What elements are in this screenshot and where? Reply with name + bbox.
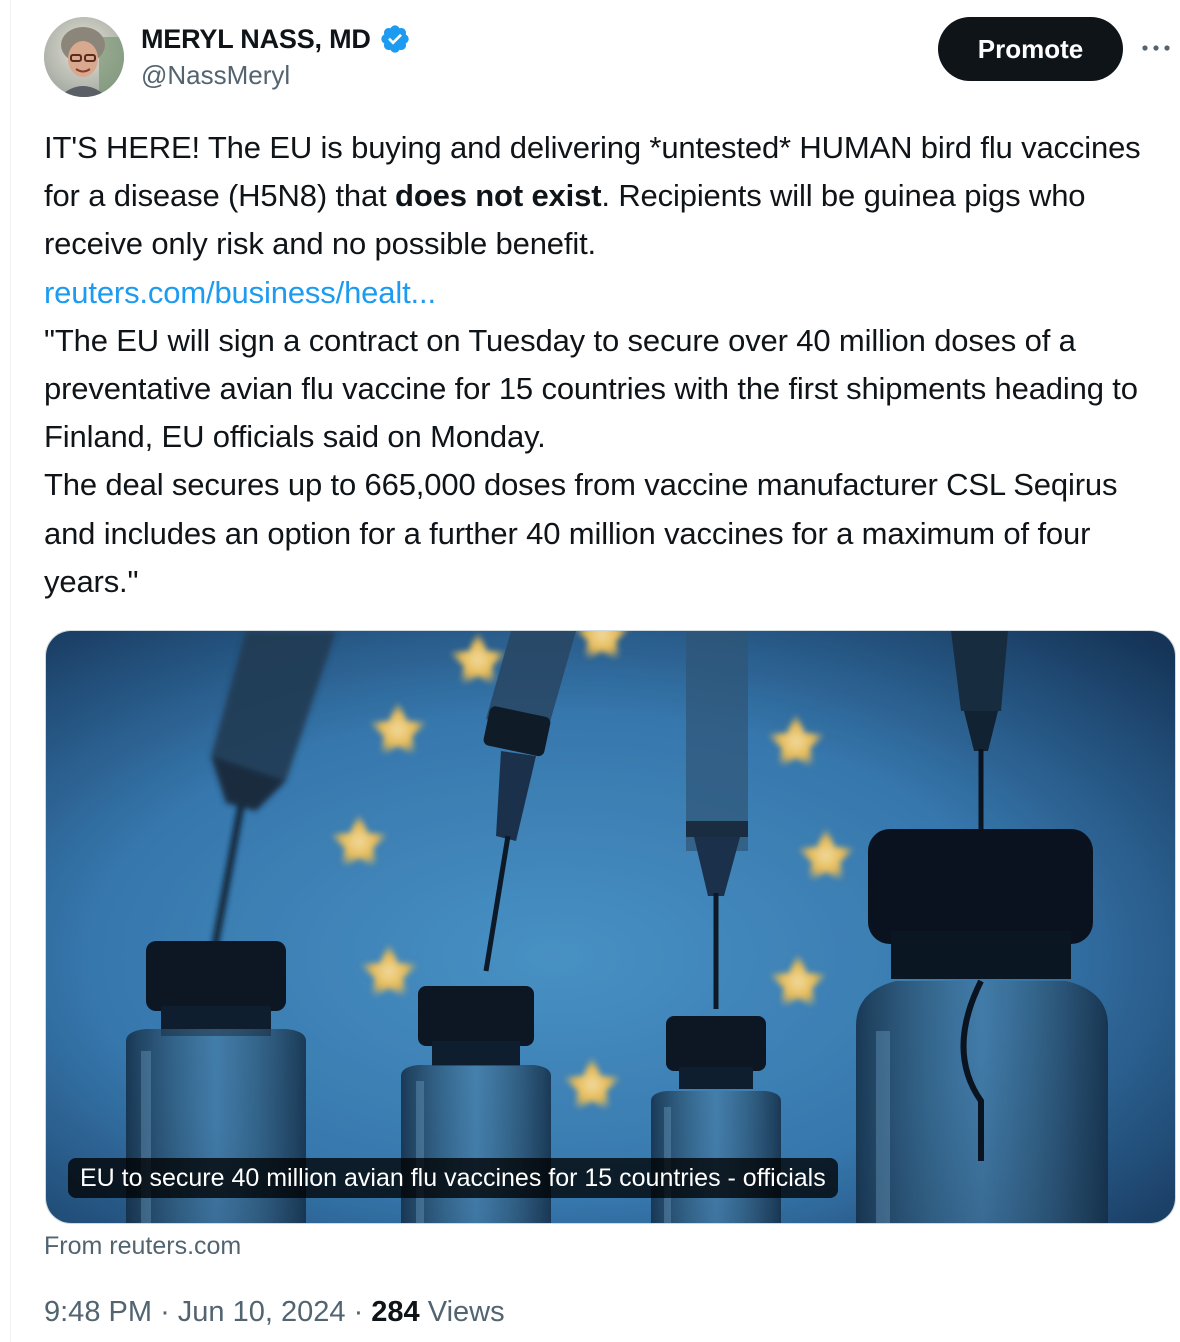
tweet-bold-text: does not exist — [395, 178, 602, 214]
handle[interactable]: @NassMeryl — [141, 60, 290, 91]
tweet-quote-paragraph-1: "The EU will sign a contract on Tuesday … — [44, 322, 1138, 455]
display-name-row: MERYL NASS, MD — [141, 20, 411, 58]
views-count[interactable]: 284 — [371, 1296, 419, 1328]
avatar[interactable] — [44, 17, 124, 97]
tweet-paragraph-intro: IT'S HERE! The EU is buying and deliveri… — [44, 124, 1169, 269]
link-card[interactable]: EU to secure 40 million avian flu vaccin… — [45, 630, 1176, 1224]
profile-photo — [44, 17, 124, 97]
display-name[interactable]: MERYL NASS, MD — [141, 24, 371, 55]
views-label: Views — [427, 1296, 505, 1328]
tweet-time[interactable]: 9:48 PM — [44, 1296, 152, 1328]
meta-separator: · — [353, 1296, 364, 1328]
promote-button[interactable]: Promote — [938, 17, 1123, 81]
tweet-quote-paragraph-2: The deal secures up to 665,000 doses fro… — [44, 467, 1118, 599]
tweet-link-line: reuters.com/business/healt... — [44, 269, 1169, 317]
article-link[interactable]: reuters.com/business/healt... — [44, 275, 436, 310]
card-source[interactable]: From reuters.com — [44, 1232, 241, 1261]
meta-separator: · — [160, 1296, 170, 1328]
tweet-date[interactable]: Jun 10, 2024 — [178, 1296, 346, 1328]
card-headline: EU to secure 40 million avian flu vaccin… — [68, 1158, 838, 1198]
card-image — [46, 631, 1175, 1223]
ellipsis-icon[interactable] — [1138, 30, 1174, 66]
tweet: MERYL NASS, MD @NassMeryl Promote IT'S H… — [0, 0, 1180, 1342]
tweet-meta: 9:48 PM · Jun 10, 2024 · 284 Views — [44, 1296, 505, 1329]
verified-badge-icon[interactable] — [379, 23, 411, 55]
tweet-text: IT'S HERE! The EU is buying and deliveri… — [44, 124, 1169, 606]
